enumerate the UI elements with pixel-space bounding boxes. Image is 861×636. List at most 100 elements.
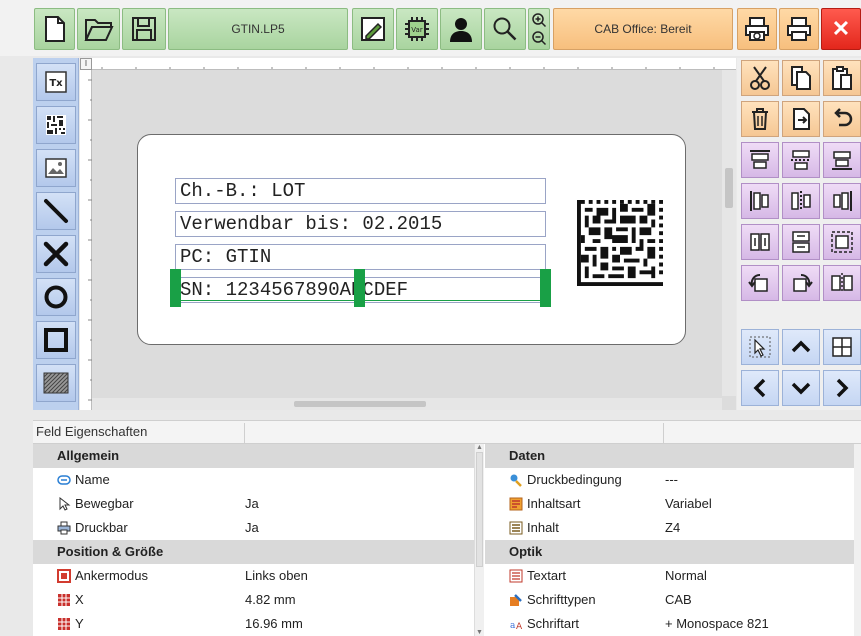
property-row[interactable]: Schrifttypen CAB bbox=[485, 588, 854, 612]
new-file-button[interactable] bbox=[34, 8, 75, 50]
horizontal-ruler bbox=[80, 58, 736, 70]
label-settings-button[interactable] bbox=[352, 8, 394, 50]
save-file-button[interactable] bbox=[122, 8, 166, 50]
cut-button[interactable] bbox=[741, 60, 779, 96]
mirror-button[interactable] bbox=[823, 265, 861, 301]
property-row[interactable]: Inhaltsart Variabel bbox=[485, 492, 854, 516]
properties-right-scrollbar[interactable] bbox=[854, 444, 861, 636]
distribute-vertical-button[interactable] bbox=[782, 224, 820, 260]
svg-text:Tx: Tx bbox=[49, 78, 63, 89]
image-tool-button[interactable] bbox=[36, 149, 76, 187]
property-row[interactable]: a A Schriftart + Monospace 821 bbox=[485, 612, 854, 636]
property-row[interactable]: Druckbedingung --- bbox=[485, 468, 854, 492]
property-value[interactable]: Ja bbox=[245, 492, 259, 516]
undo-button[interactable] bbox=[823, 101, 861, 137]
pattern-fill-tool-button[interactable] bbox=[36, 364, 76, 402]
properties-scroll-thumb[interactable] bbox=[476, 452, 483, 567]
label-field-batch[interactable]: Ch.-B.: LOT bbox=[175, 178, 546, 204]
grid-toggle-button[interactable] bbox=[823, 329, 861, 365]
properties-left-scrollbar[interactable]: ▲ ▼ bbox=[474, 444, 484, 636]
ellipse-tool-button[interactable] bbox=[36, 278, 76, 316]
svg-text:Var: Var bbox=[411, 26, 423, 34]
content-icon bbox=[509, 521, 523, 535]
print-button[interactable] bbox=[779, 8, 819, 50]
datamatrix-barcode[interactable] bbox=[576, 200, 664, 286]
search-button[interactable] bbox=[484, 8, 526, 50]
cross-tool-button[interactable] bbox=[36, 235, 76, 273]
rotate-right-button[interactable] bbox=[782, 265, 820, 301]
delete-button[interactable] bbox=[741, 101, 779, 137]
property-value[interactable]: Z4 bbox=[665, 516, 680, 540]
folder-open-icon bbox=[83, 19, 114, 41]
property-row[interactable]: Druckbar Ja bbox=[33, 516, 474, 540]
close-button[interactable]: ✕ bbox=[821, 8, 861, 50]
property-row[interactable]: Bewegbar Ja bbox=[33, 492, 474, 516]
scroll-down-icon[interactable]: ▼ bbox=[475, 629, 484, 636]
align-right-icon bbox=[833, 191, 852, 211]
property-row[interactable]: Name bbox=[33, 468, 474, 492]
select-pointer-button[interactable] bbox=[741, 329, 779, 365]
property-value[interactable]: 16.96 mm bbox=[245, 612, 303, 636]
distribute-horizontal-button[interactable] bbox=[741, 224, 779, 260]
property-value[interactable]: CAB bbox=[665, 588, 692, 612]
rotate-left-button[interactable] bbox=[741, 265, 779, 301]
variables-button[interactable]: Var bbox=[396, 8, 438, 50]
ellipse-tool-icon bbox=[44, 285, 68, 309]
move-down-button[interactable] bbox=[782, 370, 820, 406]
selection-handle-left[interactable] bbox=[170, 269, 181, 307]
user-button[interactable] bbox=[440, 8, 482, 50]
property-row[interactable]: X 4.82 mm bbox=[33, 588, 474, 612]
property-row[interactable]: Ankermodus Links oben bbox=[33, 564, 474, 588]
pointer-select-icon bbox=[749, 336, 771, 358]
paste-button[interactable] bbox=[823, 60, 861, 96]
property-value[interactable]: Normal bbox=[665, 564, 707, 588]
zoom-out-icon[interactable] bbox=[532, 31, 547, 46]
move-up-button[interactable] bbox=[782, 329, 820, 365]
property-value[interactable]: 4.82 mm bbox=[245, 588, 296, 612]
rectangle-tool-icon bbox=[44, 328, 68, 352]
label-field-expiry[interactable]: Verwendbar bis: 02.2015 bbox=[175, 211, 546, 237]
property-value[interactable]: --- bbox=[665, 468, 678, 492]
property-row[interactable]: Inhalt Z4 bbox=[485, 516, 854, 540]
property-value[interactable]: Links oben bbox=[245, 564, 308, 588]
property-value[interactable]: Variabel bbox=[665, 492, 712, 516]
align-bottom-button[interactable] bbox=[823, 142, 861, 178]
move-left-button[interactable] bbox=[741, 370, 779, 406]
canvas-horizontal-scrollbar[interactable] bbox=[92, 398, 722, 410]
selection-handle-right[interactable] bbox=[540, 269, 551, 307]
align-middle-button[interactable] bbox=[782, 142, 820, 178]
vertical-scroll-thumb[interactable] bbox=[725, 168, 733, 208]
header-divider bbox=[663, 423, 664, 443]
group-button[interactable] bbox=[823, 224, 861, 260]
property-value[interactable]: + Monospace 821 bbox=[665, 612, 769, 636]
scroll-up-icon[interactable]: ▲ bbox=[475, 444, 484, 451]
barcode-tool-button[interactable] bbox=[36, 106, 76, 144]
horizontal-scroll-thumb[interactable] bbox=[294, 401, 426, 407]
text-tool-button[interactable]: Tx bbox=[36, 63, 76, 101]
align-top-button[interactable] bbox=[741, 142, 779, 178]
properties-header: Feld Eigenschaften bbox=[33, 420, 861, 444]
property-row[interactable]: Y 16.96 mm bbox=[33, 612, 474, 636]
property-value[interactable]: Ja bbox=[245, 516, 259, 540]
properties-title: Feld Eigenschaften bbox=[36, 424, 148, 439]
label-field-product-code[interactable]: PC: GTIN bbox=[175, 244, 546, 270]
selection-handle-middle[interactable] bbox=[354, 269, 365, 307]
zoom-in-icon[interactable] bbox=[532, 13, 547, 28]
canvas-vertical-scrollbar[interactable] bbox=[722, 70, 736, 396]
print-preview-button[interactable] bbox=[737, 8, 777, 50]
header-divider bbox=[244, 423, 245, 443]
image-tool-icon bbox=[45, 158, 67, 178]
application-window: GTIN.LP5 Var CAB Office: Bereit ✕ Tx I C… bbox=[0, 0, 861, 636]
move-right-button[interactable] bbox=[823, 370, 861, 406]
align-right-button[interactable] bbox=[823, 183, 861, 219]
open-file-button[interactable] bbox=[77, 8, 120, 50]
align-center-button[interactable] bbox=[782, 183, 820, 219]
rectangle-tool-button[interactable] bbox=[36, 321, 76, 359]
ruler-origin-button[interactable]: I bbox=[80, 58, 92, 70]
duplicate-button[interactable] bbox=[782, 101, 820, 137]
copy-button[interactable] bbox=[782, 60, 820, 96]
line-tool-button[interactable] bbox=[36, 192, 76, 230]
property-row[interactable]: Textart Normal bbox=[485, 564, 854, 588]
align-left-button[interactable] bbox=[741, 183, 779, 219]
status-label: CAB Office: Bereit bbox=[594, 22, 692, 36]
